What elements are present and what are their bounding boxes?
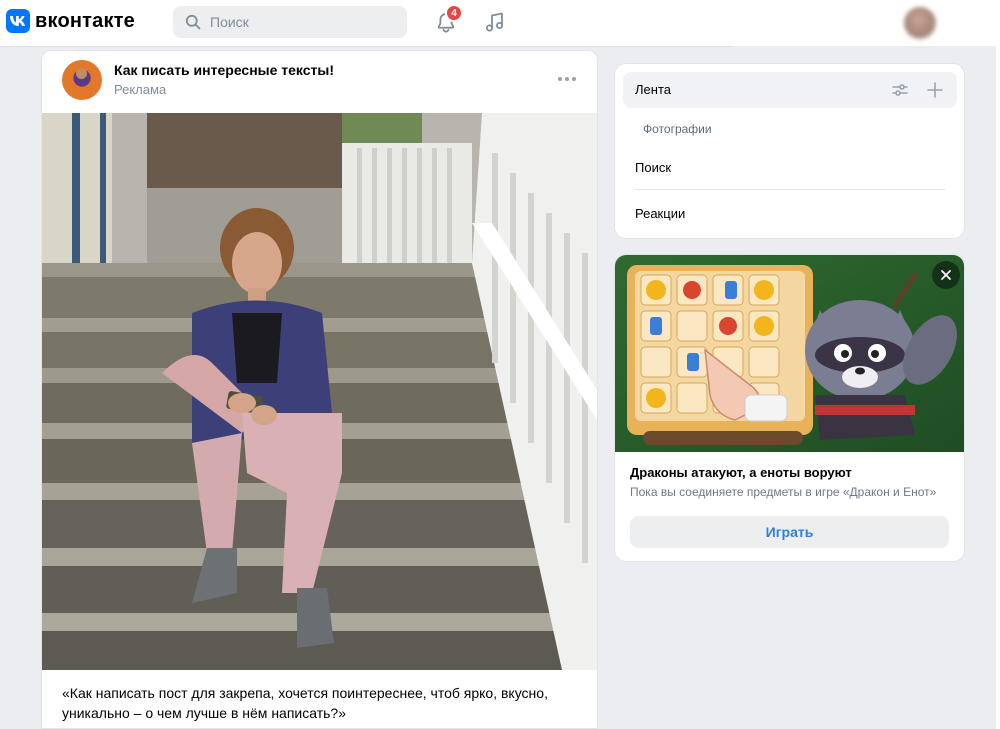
- notification-badge: 4: [445, 4, 463, 22]
- ad-image[interactable]: [615, 255, 964, 452]
- search-input[interactable]: [210, 14, 400, 30]
- menu-item-reactions[interactable]: Реакции: [635, 206, 685, 221]
- feed-post: Как писать интересные тексты! Реклама «К…: [41, 50, 598, 729]
- menu-item-feed[interactable]: Лента: [635, 82, 671, 97]
- feed-menu: Лента Фотографии Поиск Реакции: [614, 63, 965, 239]
- window-edge: [996, 0, 1000, 729]
- search-bar[interactable]: [173, 6, 407, 38]
- post-author-avatar[interactable]: [62, 60, 102, 100]
- logo-text: вконтакте: [35, 9, 135, 32]
- menu-item-search[interactable]: Поиск: [635, 160, 671, 175]
- post-ad-label: Реклама: [114, 82, 167, 97]
- post-photo[interactable]: [42, 113, 597, 670]
- ad-card: Драконы атакуют, а еноты воруют Пока вы …: [614, 254, 965, 562]
- avatar[interactable]: [904, 7, 936, 39]
- ad-title[interactable]: Драконы атакуют, а еноты воруют: [630, 465, 852, 480]
- header-divider: [0, 46, 733, 47]
- filter-icon[interactable]: [891, 81, 909, 99]
- more-icon[interactable]: [556, 68, 578, 90]
- search-icon: [185, 14, 201, 30]
- ad-description: Пока вы соединяете предметы в игре «Драк…: [630, 485, 937, 499]
- music-icon[interactable]: [484, 11, 506, 33]
- menu-item-photos[interactable]: Фотографии: [643, 122, 712, 136]
- menu-divider: [635, 189, 945, 190]
- close-icon[interactable]: [932, 261, 960, 289]
- post-text: «Как написать пост для закрепа, хочется …: [62, 685, 548, 721]
- plus-icon[interactable]: [926, 81, 944, 99]
- play-button[interactable]: Играть: [630, 516, 949, 548]
- post-author-name[interactable]: Как писать интересные тексты!: [114, 62, 334, 78]
- vk-logo-icon: [6, 9, 30, 33]
- top-header: вконтакте 4: [0, 0, 1000, 46]
- vk-logo[interactable]: вконтакте: [6, 9, 135, 33]
